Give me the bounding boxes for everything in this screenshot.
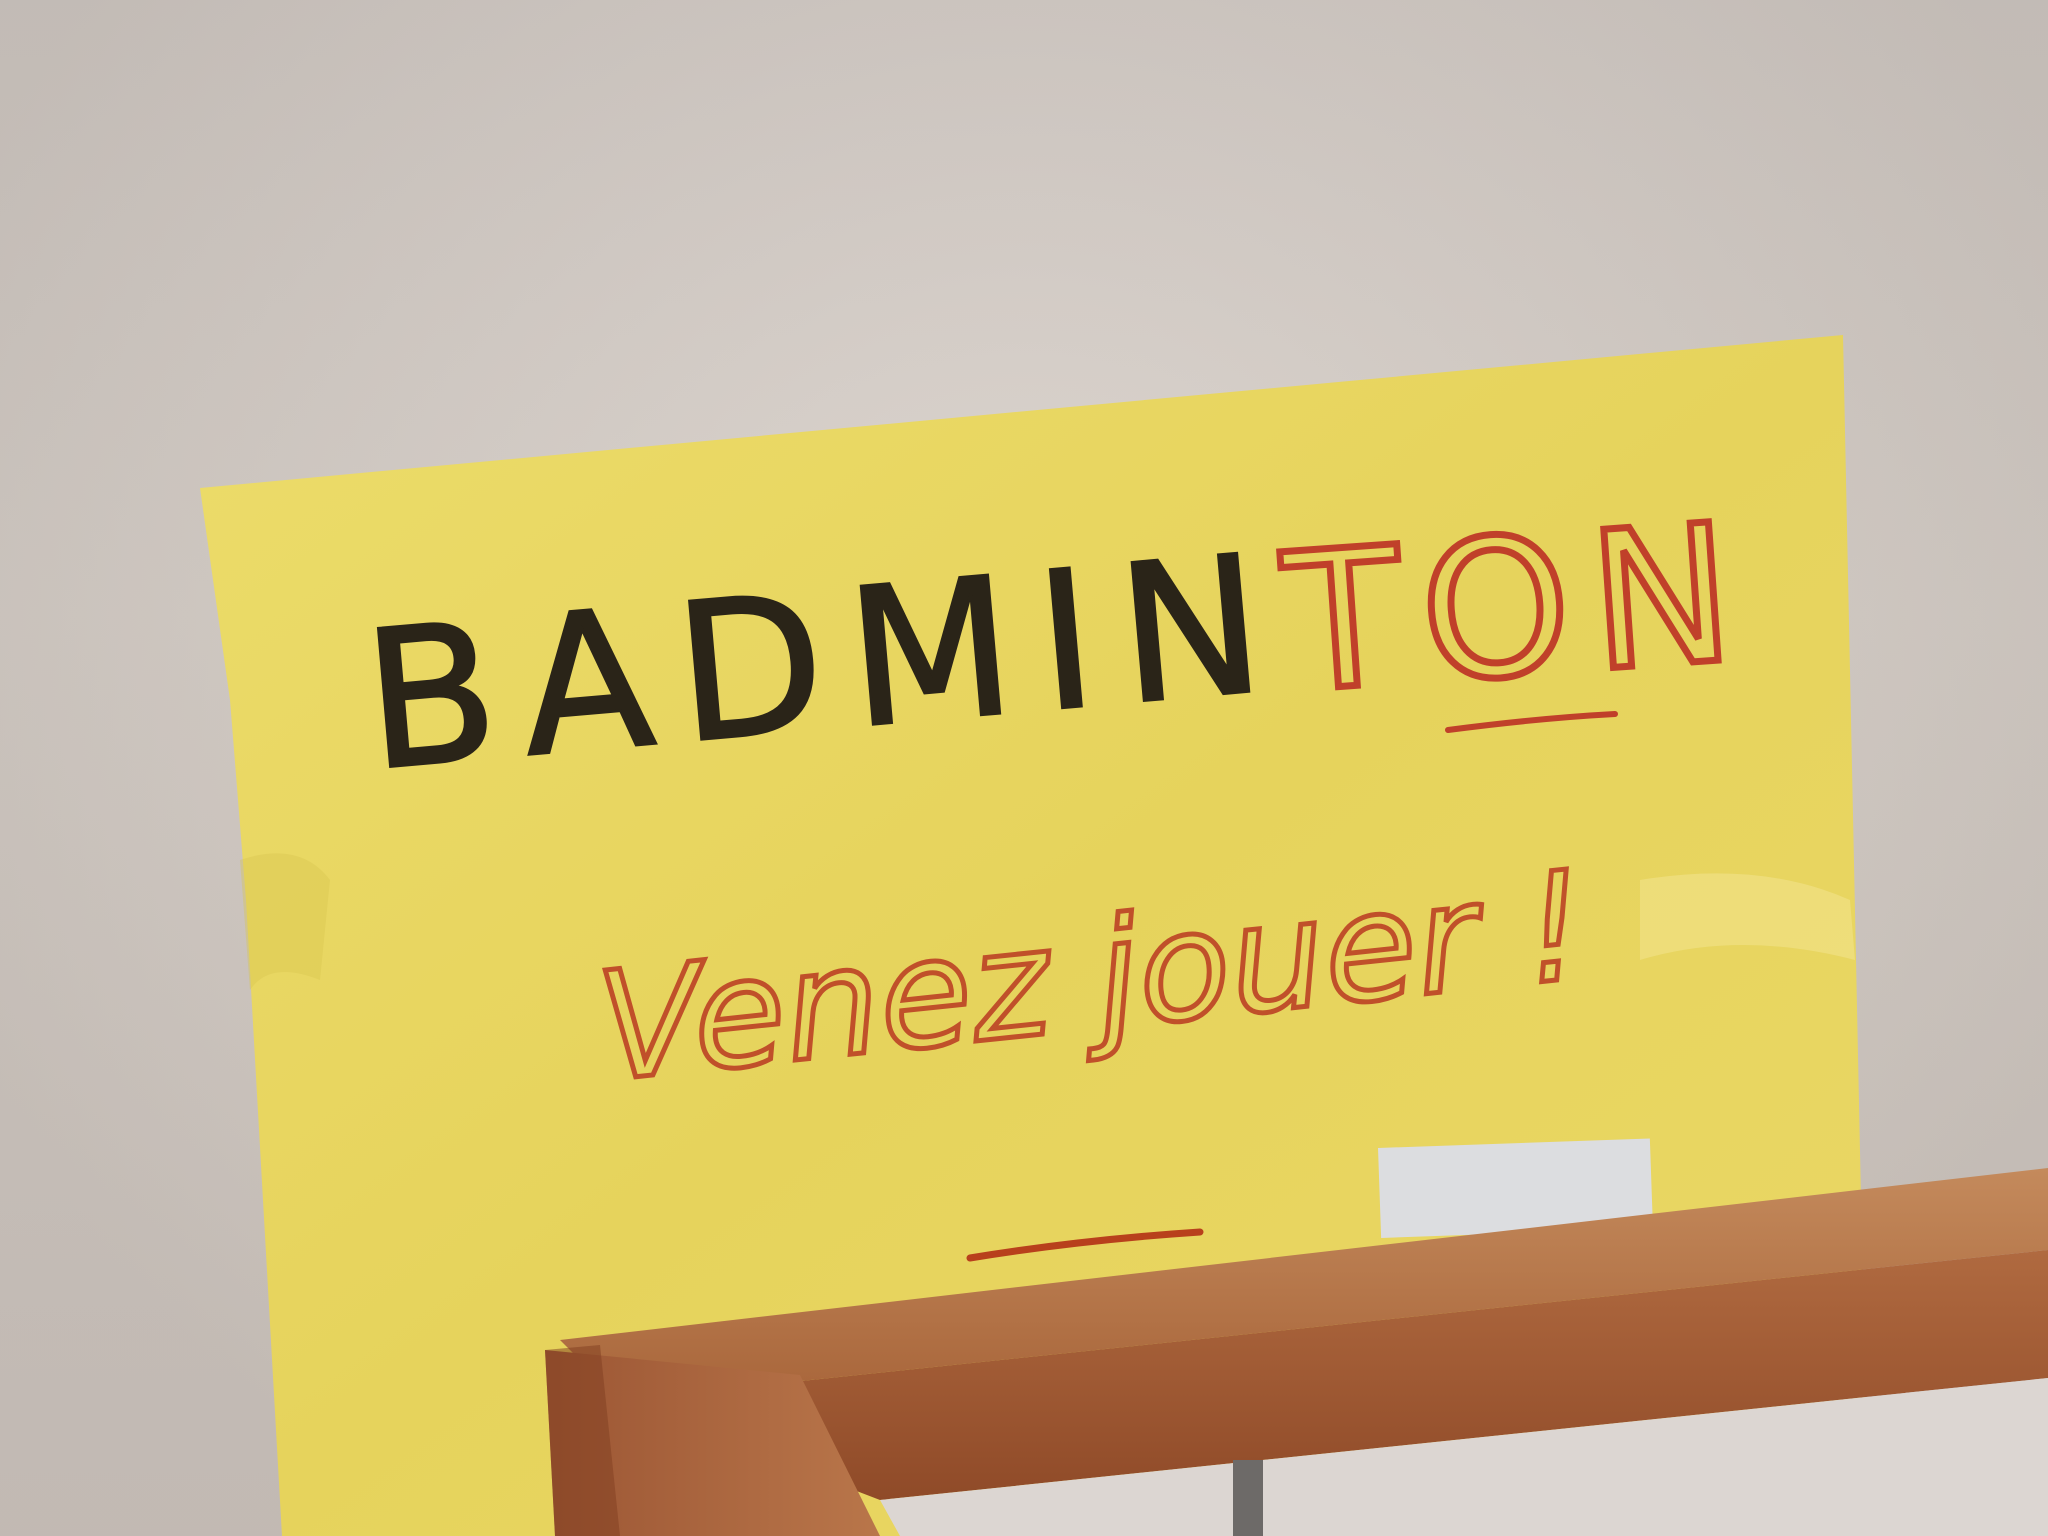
metal-support [1233, 1460, 1263, 1536]
poster-scene: BADMIN TON Venez jouer ! [200, 335, 2048, 1536]
paper-wrinkle [240, 853, 330, 990]
poster-title-red: TON [1277, 482, 1760, 735]
